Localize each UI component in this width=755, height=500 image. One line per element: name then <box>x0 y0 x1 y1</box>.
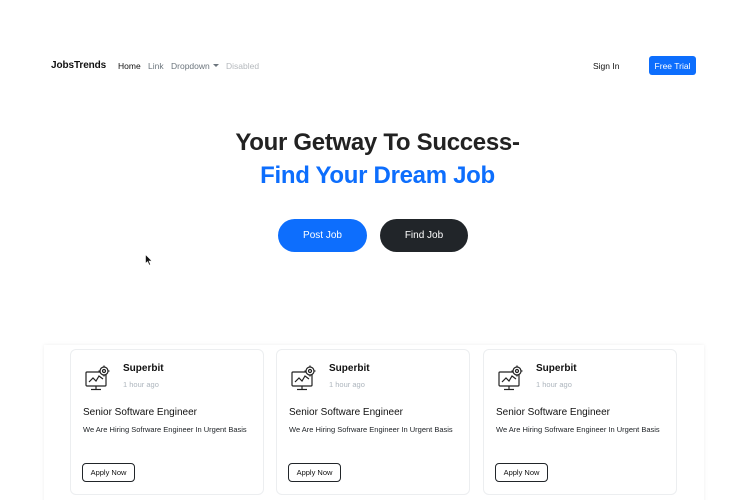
job-card[interactable]: Superbit 1 hour ago Senior Software Engi… <box>70 349 264 495</box>
navbar: JobsTrends Home Link Dropdown Disabled S… <box>0 0 755 130</box>
sign-in-link[interactable]: Sign In <box>593 61 619 71</box>
hero-subtitle: Find Your Dream Job <box>260 162 495 189</box>
company-name: Superbit <box>536 363 577 374</box>
job-description: We Are Hiring Sofrware Engineer In Urgen… <box>496 425 660 434</box>
posted-time: 1 hour ago <box>329 380 365 389</box>
job-title[interactable]: Senior Software Engineer <box>496 407 610 418</box>
hero-title: Your Getway To Success- <box>235 129 520 156</box>
computer-gear-icon <box>85 365 110 391</box>
job-description: We Are Hiring Sofrware Engineer In Urgen… <box>289 425 453 434</box>
apply-now-button[interactable]: Apply Now <box>288 463 341 482</box>
company-name: Superbit <box>123 363 164 374</box>
nav-link-home[interactable]: Home <box>118 61 141 71</box>
mouse-cursor-icon <box>145 254 153 266</box>
apply-now-button[interactable]: Apply Now <box>82 463 135 482</box>
brand-logo[interactable]: JobsTrends <box>51 60 106 71</box>
job-card[interactable]: Superbit 1 hour ago Senior Software Engi… <box>483 349 677 495</box>
job-title[interactable]: Senior Software Engineer <box>83 407 197 418</box>
nav-dropdown[interactable]: Dropdown <box>171 61 219 71</box>
job-card[interactable]: Superbit 1 hour ago Senior Software Engi… <box>276 349 470 495</box>
post-job-button[interactable]: Post Job <box>278 219 367 252</box>
posted-time: 1 hour ago <box>536 380 572 389</box>
nav-link-link[interactable]: Link <box>148 61 164 71</box>
apply-now-button[interactable]: Apply Now <box>495 463 548 482</box>
free-trial-button[interactable]: Free Trial <box>649 56 696 75</box>
computer-gear-icon <box>291 365 316 391</box>
company-name: Superbit <box>329 363 370 374</box>
nav-link-disabled: Disabled <box>226 61 260 71</box>
posted-time: 1 hour ago <box>123 380 159 389</box>
computer-gear-icon <box>498 365 523 391</box>
nav-dropdown-label: Dropdown <box>171 61 210 71</box>
job-description: We Are Hiring Sofrware Engineer In Urgen… <box>83 425 247 434</box>
job-title[interactable]: Senior Software Engineer <box>289 407 403 418</box>
find-job-button[interactable]: Find Job <box>380 219 468 252</box>
caret-down-icon <box>212 64 219 68</box>
